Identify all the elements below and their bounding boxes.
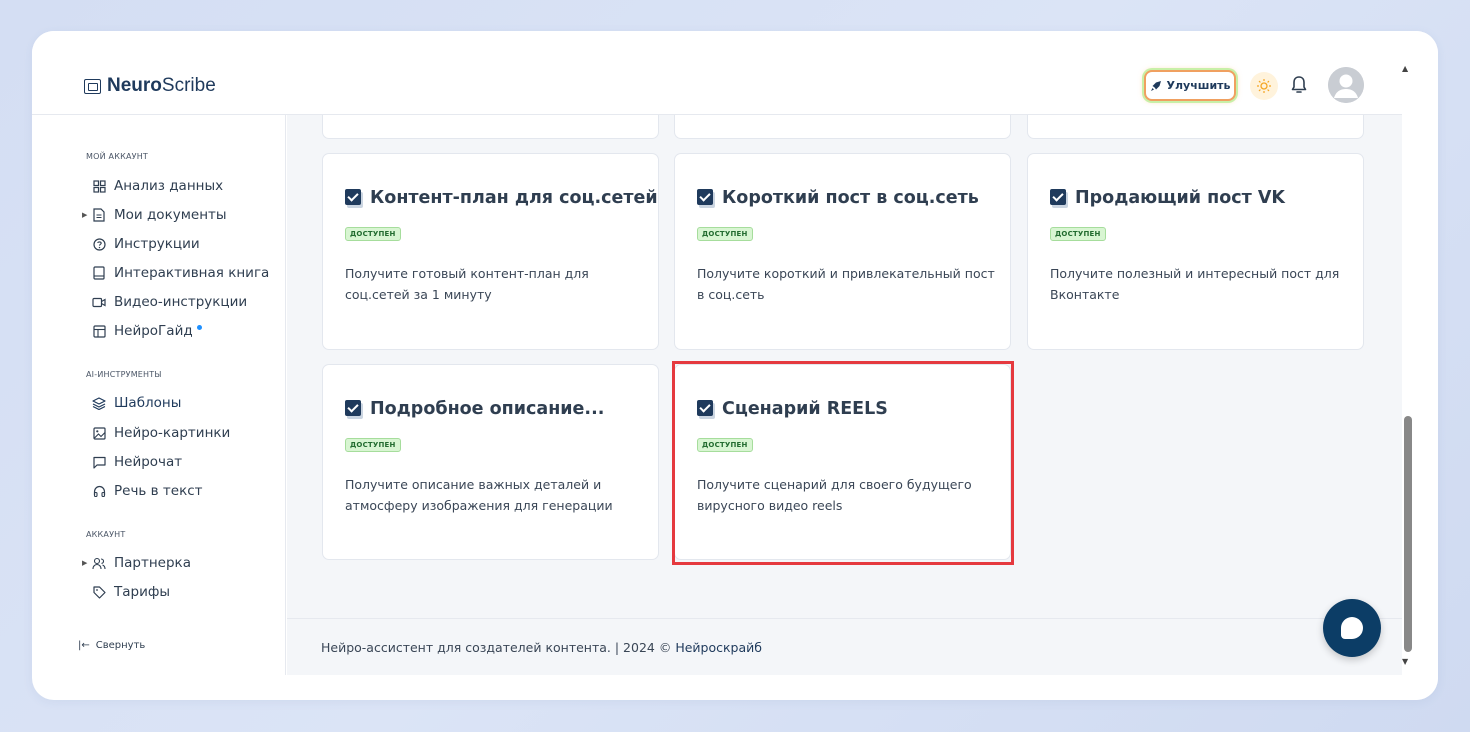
help-circle-icon <box>92 237 106 251</box>
footer: Нейро-ассистент для создателей контента.… <box>287 618 1402 675</box>
logo[interactable]: NeuroScribe <box>84 75 216 97</box>
video-icon <box>92 295 106 309</box>
upgrade-label: Улучшить <box>1166 79 1231 92</box>
avatar[interactable] <box>1328 67 1364 103</box>
sidebar-item-label: Нейро-картинки <box>114 425 231 441</box>
checkbox-icon <box>345 189 363 208</box>
sidebar-item-interactive-book[interactable]: Интерактивная книга <box>82 262 269 284</box>
sidebar-item-label: Интерактивная книга <box>114 265 270 281</box>
sidebar-item-label: Партнерка <box>114 555 191 571</box>
status-badge: ДОСТУПЕН <box>345 438 401 452</box>
card-description: Получите короткий и привлекательный пост… <box>697 266 995 302</box>
logo-bold-text: Neuro <box>107 75 162 96</box>
template-card-short-post[interactable]: Короткий пост в соц.сеть ДОСТУПЕН Получи… <box>674 153 1011 350</box>
status-badge: ДОСТУПЕН <box>345 227 401 241</box>
sidebar-item-label: Мои документы <box>114 207 227 223</box>
sidebar-item-neuro-images[interactable]: Нейро-картинки <box>82 422 230 444</box>
caret-right-icon: ▶ <box>82 559 88 567</box>
sidebar-item-label: Тарифы <box>114 584 171 600</box>
collapse-left-icon: |← <box>78 640 90 651</box>
rocket-icon <box>1150 80 1161 91</box>
document-icon <box>92 208 106 222</box>
layout-icon <box>92 324 106 338</box>
chat-bubble-icon <box>1341 617 1363 639</box>
book-logo-icon <box>84 78 101 94</box>
sidebar-item-partners[interactable]: ▶ Партнерка <box>82 552 191 574</box>
collapse-sidebar-button[interactable]: |← Свернуть <box>78 640 145 651</box>
template-card[interactable] <box>1027 115 1364 139</box>
sidebar-item-speech-to-text[interactable]: Речь в текст <box>82 480 203 502</box>
sidebar-item-label: Шаблоны <box>114 395 182 411</box>
template-card-content-plan[interactable]: Контент-план для соц.сетей ДОСТУПЕН Полу… <box>322 153 659 350</box>
status-badge: ДОСТУПЕН <box>1050 227 1106 241</box>
card-description: Получите полезный и интересный пост для … <box>1050 266 1340 302</box>
caret-right-icon: ▶ <box>82 211 88 219</box>
sidebar-item-label: Нейрочат <box>114 454 183 470</box>
user-avatar-icon <box>1328 67 1364 103</box>
section-title-account: АККАУНТ <box>86 530 126 539</box>
card-title: Продающий пост VK <box>1075 188 1285 208</box>
new-dot-badge <box>196 324 202 330</box>
section-title-my-account: МОЙ АККАУНТ <box>86 152 149 161</box>
sidebar-item-templates[interactable]: Шаблоны <box>82 392 181 414</box>
template-card-detailed-description[interactable]: Подробное описание... ДОСТУПЕН Получите … <box>322 364 659 560</box>
sidebar-item-data-analysis[interactable]: Анализ данных <box>82 175 223 197</box>
card-title: Контент-план для соц.сетей <box>370 188 658 208</box>
sidebar-item-instructions[interactable]: Инструкции <box>82 233 200 255</box>
footer-link[interactable]: Нейроскрайб <box>675 640 762 655</box>
scrollbar-thumb[interactable] <box>1404 416 1412 652</box>
sidebar-item-tariffs[interactable]: Тарифы <box>82 581 170 603</box>
chat-button[interactable] <box>1323 599 1381 657</box>
checkbox-icon <box>345 400 363 419</box>
scroll-up-arrow-icon[interactable]: ▲ <box>1402 64 1408 73</box>
sidebar-item-my-documents[interactable]: ▶ Мои документы <box>82 204 227 226</box>
sidebar-item-label: Инструкции <box>114 236 200 252</box>
tag-icon <box>92 585 106 599</box>
app-window: NeuroScribe Улучшить МОЙ АККАУНТ Анализ … <box>32 31 1438 700</box>
template-card[interactable] <box>674 115 1011 139</box>
users-icon <box>92 556 106 570</box>
bell-icon[interactable] <box>1289 74 1309 96</box>
card-title: Подробное описание... <box>370 399 605 419</box>
collapse-label: Свернуть <box>95 640 146 651</box>
book-icon <box>92 266 106 280</box>
sidebar-item-video-instructions[interactable]: Видео-инструкции <box>82 291 247 313</box>
sun-icon <box>1257 79 1271 93</box>
logo-light-text: Scribe <box>161 75 216 96</box>
template-card-vk-post[interactable]: Продающий пост VK ДОСТУПЕН Получите поле… <box>1027 153 1364 350</box>
selection-highlight <box>672 361 1014 565</box>
sidebar-item-label: Речь в текст <box>114 483 203 499</box>
card-title: Короткий пост в соц.сеть <box>722 188 979 208</box>
sidebar-item-neuroguide[interactable]: НейроГайд <box>82 320 202 342</box>
upgrade-button[interactable]: Улучшить <box>1144 70 1236 101</box>
templates-grid: Контент-план для соц.сетей ДОСТУПЕН Полу… <box>287 115 1402 618</box>
image-icon <box>92 426 106 440</box>
top-header: NeuroScribe Улучшить <box>32 31 1402 115</box>
scroll-down-arrow-icon[interactable]: ▼ <box>1402 657 1408 666</box>
checkbox-icon <box>697 189 715 208</box>
sidebar-item-label: Анализ данных <box>114 178 224 194</box>
checkbox-icon <box>1050 189 1068 208</box>
layers-icon <box>92 396 106 410</box>
sidebar: МОЙ АККАУНТ Анализ данных ▶ Мои документ… <box>32 115 286 675</box>
theme-toggle-button[interactable] <box>1250 72 1278 100</box>
sidebar-item-neurochat[interactable]: Нейрочат <box>82 451 182 473</box>
section-title-ai-tools: AI-ИНСТРУМЕНТЫ <box>86 370 162 379</box>
message-icon <box>92 455 106 469</box>
headphones-icon <box>92 484 106 498</box>
footer-text: Нейро-ассистент для создателей контента.… <box>321 639 672 655</box>
card-description: Получите готовый контент-план для соц.се… <box>345 266 589 302</box>
sidebar-item-label: Видео-инструкции <box>114 294 248 310</box>
grid-icon <box>92 179 106 193</box>
status-badge: ДОСТУПЕН <box>697 227 753 241</box>
template-card[interactable] <box>322 115 659 139</box>
card-description: Получите описание важных деталей и атмос… <box>345 477 613 513</box>
sidebar-item-label: НейроГайд <box>114 323 193 339</box>
